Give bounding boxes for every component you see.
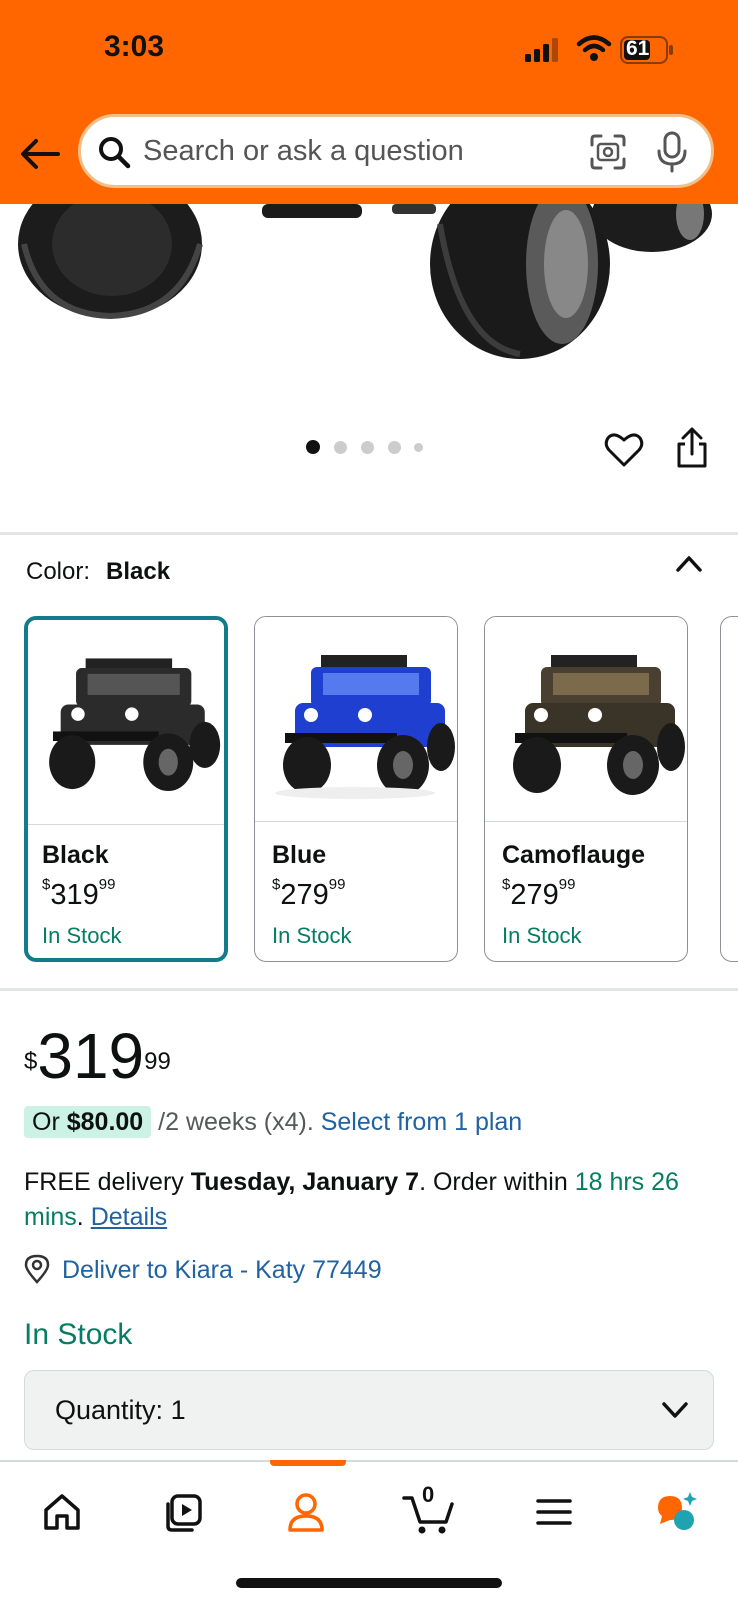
variant-price-currency: $ [42, 876, 51, 894]
product-price: $31999 [24, 1024, 171, 1088]
battery-level: 61 [626, 37, 650, 60]
home-indicator-bar [236, 1578, 502, 1588]
menu-icon[interactable] [530, 1488, 578, 1536]
jeep-image [513, 655, 685, 795]
variant-price-whole: 279 [510, 879, 559, 911]
color-label-prefix: Color: [26, 558, 91, 585]
status-time: 3:03 [104, 30, 165, 63]
color-variant-blue[interactable]: Blue $27999 In Stock [254, 616, 458, 962]
delivery-middle: . Order within [419, 1168, 568, 1196]
variant-price-fraction: 99 [558, 876, 576, 894]
color-variant-partial[interactable] [720, 616, 738, 962]
section-divider [0, 988, 738, 991]
variant-price: $27999 [502, 876, 576, 912]
chevron-up-icon[interactable] [674, 552, 704, 576]
pager-dot[interactable] [388, 441, 401, 454]
plan-amount: $80.00 [66, 1108, 144, 1136]
product-image[interactable] [0, 204, 738, 364]
delivery-details-link[interactable]: Details [91, 1203, 167, 1231]
cart-count: 0 [422, 1482, 435, 1507]
delivery-prefix: FREE delivery [24, 1168, 184, 1196]
share-icon[interactable] [674, 426, 710, 470]
search-bar[interactable]: Search or ask a question [78, 114, 714, 188]
active-tab-indicator [270, 1460, 346, 1466]
back-arrow-icon[interactable] [18, 132, 62, 176]
product-wheels-illustration [0, 204, 738, 364]
jeep-image [275, 655, 455, 799]
variant-price: $31999 [42, 876, 116, 912]
quantity-selector[interactable]: Quantity: 1 [24, 1370, 714, 1450]
chevron-down-icon [662, 1402, 688, 1418]
price-whole: 319 [37, 1020, 145, 1092]
variant-price-fraction: 99 [328, 876, 346, 894]
price-currency: $ [24, 1048, 38, 1075]
variant-price-currency: $ [502, 876, 511, 894]
color-variant-camoflauge[interactable]: Camoflauge $27999 In Stock [484, 616, 688, 962]
pager-dot[interactable] [334, 441, 347, 454]
video-icon[interactable] [160, 1488, 208, 1536]
search-input[interactable]: Search or ask a question [143, 135, 464, 168]
rufus-assistant-icon[interactable] [652, 1488, 700, 1536]
variant-thumbnail [28, 620, 224, 825]
plan-amount-pill: Or $80.00 [24, 1106, 152, 1138]
delivery-period: . [76, 1203, 84, 1231]
wifi-icon [576, 35, 612, 61]
variant-price: $27999 [272, 876, 346, 912]
jeep-image [49, 658, 221, 792]
delivery-info: FREE delivery Tuesday, January 7. Order … [24, 1165, 714, 1235]
variant-price-fraction: 99 [98, 876, 116, 894]
variant-price-currency: $ [272, 876, 281, 894]
deliver-to-text[interactable]: Deliver to Kiara - Katy 77449 [62, 1256, 382, 1285]
variant-thumbnail [485, 617, 687, 822]
microphone-icon[interactable] [655, 131, 689, 173]
pager-dot[interactable] [306, 440, 320, 454]
variant-name: Blue [272, 841, 327, 869]
account-icon[interactable] [282, 1488, 330, 1536]
color-variant-black[interactable]: Black $31999 In Stock [24, 616, 228, 962]
delivery-date: Tuesday, January 7 [190, 1168, 420, 1196]
selected-color-name: Black [106, 558, 171, 585]
variant-stock: In Stock [502, 923, 582, 948]
variant-thumbnail [255, 617, 457, 822]
stock-status: In Stock [24, 1318, 133, 1351]
select-plan-link[interactable]: Select from 1 plan [321, 1108, 523, 1136]
variant-stock: In Stock [272, 923, 352, 948]
plan-prefix: Or [32, 1108, 60, 1136]
pager-dot[interactable] [361, 441, 374, 454]
search-icon [99, 137, 131, 169]
battery-icon: 61 [620, 36, 674, 64]
quantity-value: 1 [170, 1395, 186, 1425]
variant-price-whole: 279 [280, 879, 329, 911]
location-pin-icon [24, 1254, 50, 1284]
variant-price-whole: 319 [50, 879, 99, 911]
variant-name: Camoflauge [502, 841, 646, 869]
color-label: Color: Black [26, 558, 170, 586]
quantity-label-text: Quantity: [55, 1395, 164, 1425]
home-icon[interactable] [38, 1488, 86, 1536]
cellular-signal-icon [525, 38, 558, 62]
camera-scan-icon[interactable] [589, 133, 627, 171]
plan-terms: /2 weeks (x4). [158, 1108, 314, 1136]
variant-stock: In Stock [42, 923, 122, 948]
price-fraction: 99 [144, 1048, 171, 1075]
heart-icon[interactable] [604, 430, 644, 470]
payment-plan: Or $80.00 /2 weeks (x4). Select from 1 p… [24, 1106, 523, 1138]
quantity-label: Quantity: 1 [55, 1395, 186, 1426]
cart-button[interactable]: 0 [402, 1482, 458, 1536]
variant-name: Black [42, 841, 109, 869]
pager-dot[interactable] [414, 443, 423, 452]
section-divider [0, 532, 738, 535]
